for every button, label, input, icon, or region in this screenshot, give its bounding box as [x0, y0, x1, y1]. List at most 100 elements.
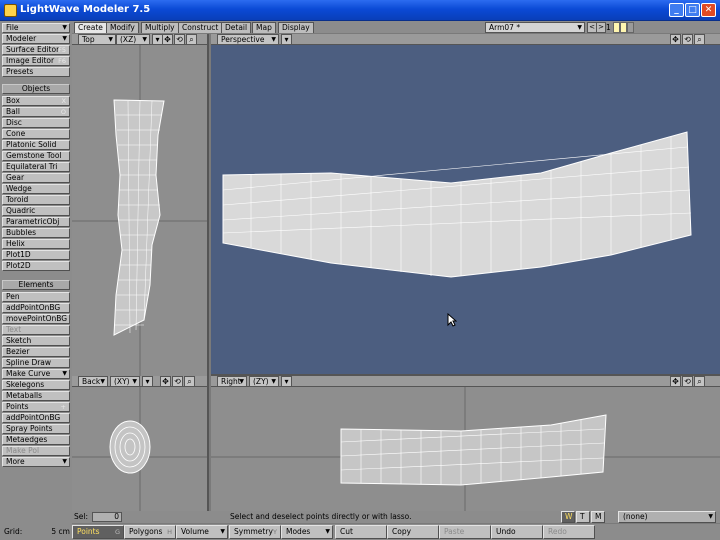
close-button[interactable]: ✕: [701, 3, 716, 17]
wedge-tool-button[interactable]: Wedge: [2, 184, 70, 194]
paste-button[interactable]: Paste: [439, 525, 491, 539]
image-editor-button[interactable]: Image Editor F6: [2, 56, 70, 66]
helix-button[interactable]: Helix: [2, 239, 70, 249]
weight-toggle[interactable]: W: [561, 511, 575, 523]
minimize-button[interactable]: _: [669, 3, 684, 17]
move-view-icon[interactable]: ✥: [670, 376, 681, 387]
make-curve-dropdown[interactable]: Make Curve: [2, 369, 70, 379]
rotate-view-icon[interactable]: ⟲: [172, 376, 183, 387]
tab-detail[interactable]: Detail: [221, 22, 252, 33]
polygons-mode-button[interactable]: Polygons H: [124, 525, 176, 539]
layer-foreground-toggle[interactable]: [613, 22, 620, 33]
view-type-select[interactable]: Right: [217, 376, 247, 387]
symmetry-toggle[interactable]: Symmetry Y: [229, 525, 281, 539]
move-view-icon[interactable]: ✥: [160, 376, 171, 387]
view-type-select[interactable]: Perspective: [217, 34, 279, 45]
tab-display[interactable]: Display: [278, 22, 314, 33]
disc-tool-button[interactable]: Disc: [2, 118, 70, 128]
viewport-header: Back (XY) ▾ ✥ ⟲ ⌕: [72, 376, 207, 387]
tab-construct[interactable]: Construct: [178, 22, 223, 33]
view-type-select[interactable]: Back: [78, 376, 108, 387]
spline-draw-button[interactable]: Spline Draw: [2, 358, 70, 368]
surface-editor-button[interactable]: Surface Editor F5: [2, 45, 70, 55]
viewport-header: Right (ZY) ▾ ✥ ⟲ ⌕: [211, 376, 720, 387]
rotate-view-icon[interactable]: ⟲: [682, 376, 693, 387]
points-button[interactable]: Points +: [2, 402, 70, 412]
tab-modify[interactable]: Modify: [106, 22, 139, 33]
add-point-on-bg-2-button[interactable]: addPointOnBG: [2, 413, 70, 423]
modes-dropdown[interactable]: Modes: [281, 525, 333, 539]
spray-points-button[interactable]: Spray Points: [2, 424, 70, 434]
text-tool-button[interactable]: Text: [2, 325, 70, 335]
metaballs-button[interactable]: Metaballs: [2, 391, 70, 401]
metaedges-button[interactable]: Metaedges: [2, 435, 70, 445]
layer-foreground-toggle-2[interactable]: [620, 22, 627, 33]
bezier-button[interactable]: Bezier: [2, 347, 70, 357]
view-axes-select[interactable]: (XY): [110, 376, 140, 387]
maximize-button[interactable]: □: [685, 3, 700, 17]
move-view-icon[interactable]: ✥: [162, 34, 173, 45]
parametricobj-button[interactable]: ParametricObj: [2, 217, 70, 227]
view-axes-select[interactable]: (XZ): [116, 34, 150, 45]
object-layer-select[interactable]: Arm07 *: [485, 22, 585, 33]
back-viewport-canvas[interactable]: [72, 387, 207, 511]
more-dropdown[interactable]: More: [2, 457, 70, 467]
surface-select[interactable]: (none): [618, 511, 716, 523]
tab-map[interactable]: Map: [252, 22, 276, 33]
view-type-select[interactable]: Top: [78, 34, 116, 45]
points-mode-button[interactable]: Points G: [72, 525, 124, 539]
platonic-solid-button[interactable]: Platonic Solid: [2, 140, 70, 150]
cut-button[interactable]: Cut: [335, 525, 387, 539]
move-view-icon[interactable]: ✥: [670, 34, 681, 45]
zoom-view-icon[interactable]: ⌕: [694, 376, 705, 387]
rotate-view-icon[interactable]: ⟲: [682, 34, 693, 45]
equilateral-tri-button[interactable]: Equilateral Tri: [2, 162, 70, 172]
cone-tool-button[interactable]: Cone: [2, 129, 70, 139]
layer-background-toggle[interactable]: [627, 22, 634, 33]
top-viewport[interactable]: Top (XZ) ▾ ✥ ⟲ ⌕: [72, 34, 209, 376]
back-viewport[interactable]: Back (XY) ▾ ✥ ⟲ ⌕: [72, 376, 209, 511]
viewport-menu-icon[interactable]: ▾: [281, 34, 292, 45]
viewport-menu-icon[interactable]: ▾: [281, 376, 292, 387]
top-viewport-canvas[interactable]: [72, 45, 207, 376]
file-menu[interactable]: File: [2, 23, 70, 33]
zoom-view-icon[interactable]: ⌕: [186, 34, 197, 45]
undo-button[interactable]: Undo: [491, 525, 543, 539]
viewport-menu-icon[interactable]: ▾: [142, 376, 153, 387]
morph-toggle[interactable]: M: [591, 511, 605, 523]
toroid-tool-button[interactable]: Toroid: [2, 195, 70, 205]
move-point-on-bg-button[interactable]: movePointOnBG: [2, 314, 70, 324]
right-viewport[interactable]: Right (ZY) ▾ ✥ ⟲ ⌕: [211, 376, 720, 511]
modeler-menu[interactable]: Modeler: [2, 34, 70, 44]
shortcut-hint: F5: [58, 46, 66, 54]
view-axes-select[interactable]: (ZY): [249, 376, 279, 387]
redo-button[interactable]: Redo: [543, 525, 595, 539]
make-pol-button[interactable]: Make Pol: [2, 446, 70, 456]
zoom-view-icon[interactable]: ⌕: [694, 34, 705, 45]
volume-mode-dropdown[interactable]: Volume: [176, 525, 228, 539]
gemstone-tool-button[interactable]: Gemstone Tool: [2, 151, 70, 161]
bubbles-button[interactable]: Bubbles: [2, 228, 70, 238]
gear-tool-button[interactable]: Gear: [2, 173, 70, 183]
texture-toggle[interactable]: T: [576, 511, 590, 523]
right-viewport-canvas[interactable]: [211, 387, 720, 511]
perspective-viewport-canvas[interactable]: [211, 45, 720, 374]
perspective-viewport[interactable]: Perspective ▾ ✥ ⟲ ⌕: [211, 34, 720, 376]
tab-create[interactable]: Create: [74, 22, 107, 33]
skelegons-button[interactable]: Skelegons: [2, 380, 70, 390]
ball-tool-button[interactable]: Ball O: [2, 107, 70, 117]
next-object-button[interactable]: >: [596, 22, 606, 33]
plot1d-button[interactable]: Plot1D: [2, 250, 70, 260]
tab-multiply[interactable]: Multiply: [141, 22, 179, 33]
rotate-view-icon[interactable]: ⟲: [174, 34, 185, 45]
copy-button[interactable]: Copy: [387, 525, 439, 539]
pen-tool-button[interactable]: Pen: [2, 292, 70, 302]
bottom-bar: Grid: 5 cm PointsG PolygonsH Volume Symm…: [0, 524, 720, 540]
plot2d-button[interactable]: Plot2D: [2, 261, 70, 271]
zoom-view-icon[interactable]: ⌕: [184, 376, 195, 387]
presets-button[interactable]: Presets: [2, 67, 70, 77]
box-tool-button[interactable]: Box X: [2, 96, 70, 106]
sketch-button[interactable]: Sketch: [2, 336, 70, 346]
add-point-on-bg-button[interactable]: addPointOnBG: [2, 303, 70, 313]
quadric-tool-button[interactable]: Quadric: [2, 206, 70, 216]
